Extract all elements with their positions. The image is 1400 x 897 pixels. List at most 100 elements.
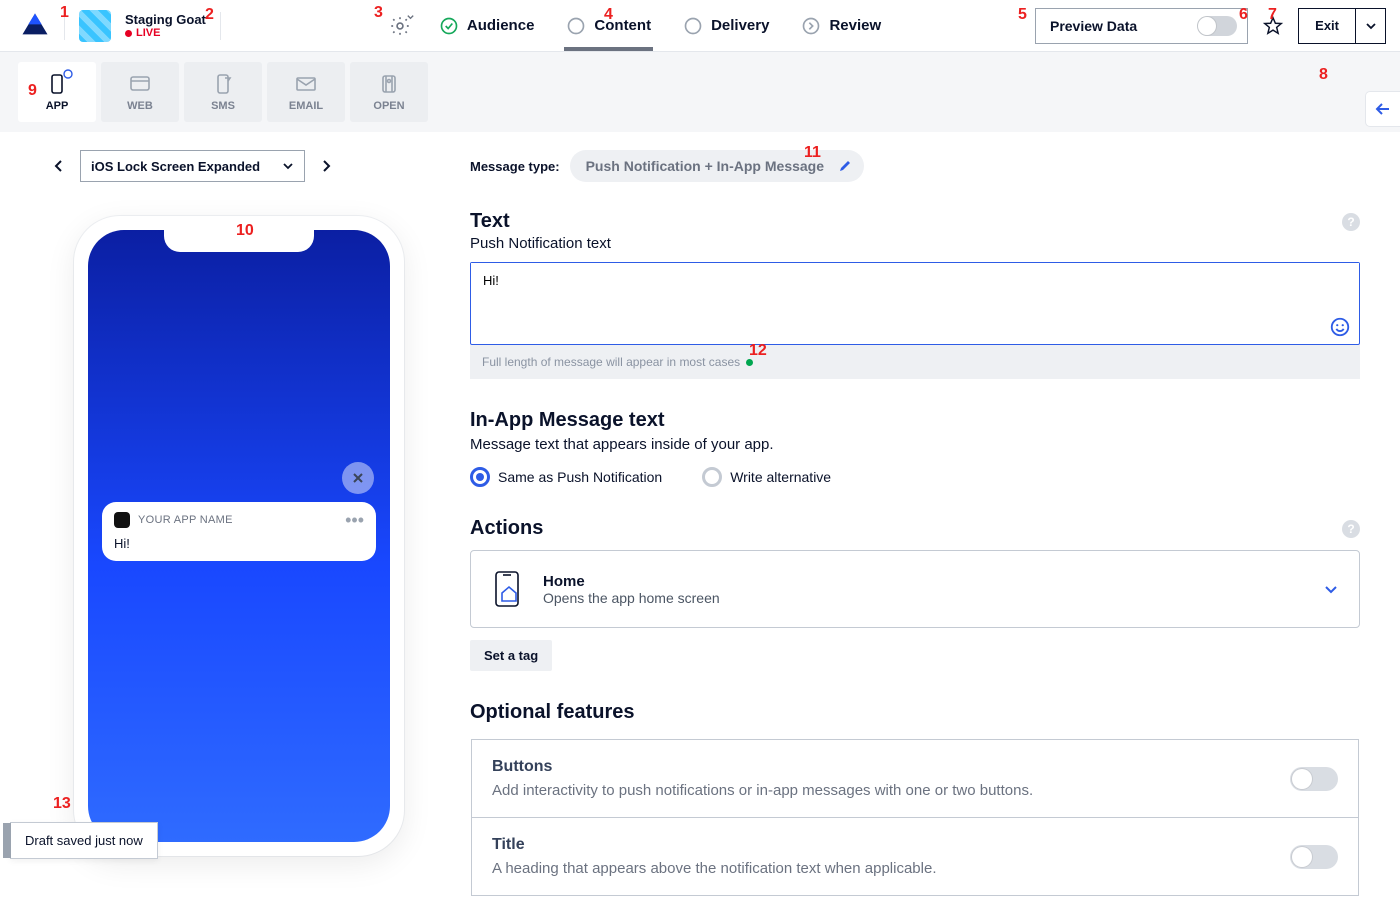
- email-icon: [294, 72, 318, 96]
- optional-feature-title: Title A heading that appears above the n…: [471, 818, 1359, 896]
- message-type-label: Message type:: [470, 159, 560, 174]
- text-section-sub: Push Notification text: [470, 235, 1360, 252]
- radio-icon: [470, 467, 490, 487]
- app-icon[interactable]: [79, 10, 111, 42]
- phone-home-icon: [491, 569, 525, 609]
- preview-next-button[interactable]: [315, 155, 337, 177]
- check-circle-icon: [439, 16, 459, 36]
- tab-label: EMAIL: [289, 100, 323, 112]
- help-icon[interactable]: ?: [1342, 213, 1360, 231]
- phone-screen: YOUR APP NAME ••• Hi!: [88, 230, 390, 842]
- feature-title: Buttons: [492, 758, 1033, 776]
- optional-feature-buttons: Buttons Add interactivity to push notifi…: [471, 739, 1359, 818]
- preview-prev-button[interactable]: [48, 155, 70, 177]
- channel-tab-app[interactable]: APP: [18, 62, 96, 122]
- inapp-desc: Message text that appears inside of your…: [470, 436, 1360, 453]
- collapse-panel-button[interactable]: [1366, 92, 1400, 126]
- app-status-live: LIVE: [125, 27, 206, 39]
- divider: [220, 12, 221, 40]
- channel-tabs-row: APP WEB SMS EMAIL OPEN: [0, 52, 1400, 132]
- step-label: Content: [594, 17, 651, 34]
- preview-selector-row: iOS Lock Screen Expanded: [48, 150, 430, 182]
- chevron-down-icon: [282, 160, 294, 172]
- editor-column: Message type: Push Notification + In-App…: [470, 150, 1400, 897]
- favorite-star-icon[interactable]: [1262, 15, 1284, 37]
- emoji-picker-button[interactable]: [1329, 316, 1351, 338]
- app-name: Staging Goat: [125, 12, 206, 27]
- inapp-text-section: In-App Message text Message text that ap…: [470, 409, 1360, 487]
- app-meta: Staging Goat LIVE: [125, 12, 206, 39]
- inapp-heading: In-App Message text: [470, 409, 1360, 432]
- notification-app-name: YOUR APP NAME: [138, 514, 337, 526]
- app-icon: [45, 72, 69, 96]
- step-delivery[interactable]: Delivery: [681, 2, 771, 50]
- actions-heading: Actions: [470, 517, 543, 540]
- open-channel-icon: [377, 72, 401, 96]
- chevron-circle-icon: [801, 16, 821, 36]
- channel-tabs: APP WEB SMS EMAIL OPEN: [18, 52, 428, 122]
- step-review[interactable]: Review: [799, 2, 883, 50]
- push-text-input[interactable]: [471, 263, 1359, 341]
- radio-label: Write alternative: [730, 469, 831, 485]
- tab-label: WEB: [127, 100, 153, 112]
- preview-mode-select[interactable]: iOS Lock Screen Expanded: [80, 150, 305, 182]
- push-text-field-wrap: [470, 262, 1360, 345]
- toggle-icon: [1197, 16, 1237, 36]
- text-section-heading: Text ?: [470, 210, 1360, 233]
- feature-desc: A heading that appears above the notific…: [492, 860, 937, 877]
- exit-label: Exit: [1299, 18, 1355, 33]
- pencil-icon: [838, 159, 852, 173]
- step-label: Delivery: [711, 17, 769, 34]
- wizard-steps: Audience Content Delivery Review: [437, 2, 883, 50]
- brand-logo[interactable]: [20, 11, 50, 41]
- message-type-row: Message type: Push Notification + In-App…: [470, 150, 1360, 182]
- notification-card: YOUR APP NAME ••• Hi!: [102, 502, 376, 561]
- step-label: Review: [829, 17, 881, 34]
- optional-features-section: Optional features Buttons Add interactiv…: [470, 701, 1360, 897]
- push-text-hint: Full length of message will appear in mo…: [470, 345, 1360, 379]
- channel-tab-web[interactable]: WEB: [101, 62, 179, 122]
- divider: [64, 12, 65, 40]
- step-label: Audience: [467, 17, 535, 34]
- chevron-down-icon: [1323, 581, 1339, 597]
- action-selector[interactable]: Home Opens the app home screen: [470, 550, 1360, 628]
- main-area: iOS Lock Screen Expanded YOUR APP NAME •…: [0, 132, 1400, 897]
- draft-saved-toast: Draft saved just now: [10, 822, 158, 859]
- set-tag-button[interactable]: Set a tag: [470, 640, 552, 671]
- feature-toggle[interactable]: [1290, 845, 1338, 869]
- status-dot-icon: [746, 359, 753, 366]
- action-title: Home: [543, 573, 720, 590]
- settings-gear-icon[interactable]: [389, 15, 411, 37]
- radio-label: Same as Push Notification: [498, 469, 662, 485]
- exit-button[interactable]: Exit: [1298, 8, 1386, 44]
- preview-data-label: Preview Data: [1050, 18, 1137, 34]
- web-icon: [128, 72, 152, 96]
- exit-dropdown[interactable]: [1355, 9, 1385, 43]
- feature-title: Title: [492, 836, 937, 854]
- radio-icon: [702, 467, 722, 487]
- step-content[interactable]: Content: [564, 2, 653, 50]
- action-desc: Opens the app home screen: [543, 590, 720, 606]
- channel-tab-email[interactable]: EMAIL: [267, 62, 345, 122]
- phone-notch: [164, 230, 314, 252]
- message-type-selector[interactable]: Push Notification + In-App Message: [570, 150, 864, 182]
- actions-section: Actions ? Home Opens the app home screen…: [470, 517, 1360, 671]
- notification-app-icon: [114, 512, 130, 528]
- circle-icon: [683, 16, 703, 36]
- message-type-value: Push Notification + In-App Message: [586, 158, 824, 174]
- sms-icon: [211, 72, 235, 96]
- radio-same-as-push[interactable]: Same as Push Notification: [470, 467, 662, 487]
- feature-desc: Add interactivity to push notifications …: [492, 782, 1033, 799]
- notification-close-button[interactable]: [342, 462, 374, 494]
- channel-tab-open[interactable]: OPEN: [350, 62, 428, 122]
- help-icon[interactable]: ?: [1342, 520, 1360, 538]
- radio-write-alternative[interactable]: Write alternative: [702, 467, 831, 487]
- preview-mode-value: iOS Lock Screen Expanded: [91, 159, 260, 174]
- channel-tab-sms[interactable]: SMS: [184, 62, 262, 122]
- tab-label: SMS: [211, 100, 235, 112]
- preview-data-toggle[interactable]: Preview Data: [1035, 8, 1248, 44]
- optional-heading: Optional features: [470, 701, 1360, 724]
- preview-column: iOS Lock Screen Expanded YOUR APP NAME •…: [0, 150, 430, 897]
- step-audience[interactable]: Audience: [437, 2, 537, 50]
- feature-toggle[interactable]: [1290, 767, 1338, 791]
